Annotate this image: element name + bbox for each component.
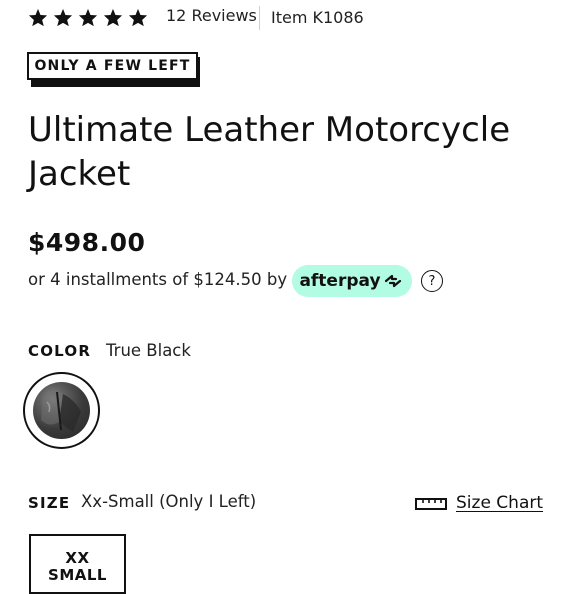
installments-text: or 4 installments of $124.50 by: [28, 270, 288, 289]
star-icon: [78, 8, 98, 27]
item-number: Item K1086: [271, 8, 364, 27]
product-title: Ultimate Leather Motorcycle Jacket: [28, 110, 511, 194]
star-icon: [28, 8, 48, 27]
product-price: $498.00: [28, 228, 146, 257]
question-circle-icon[interactable]: ?: [421, 270, 443, 292]
ruler-icon: [415, 498, 447, 510]
star-icon: [103, 8, 123, 27]
star-icon: [128, 8, 148, 27]
size-label: SIZE: [28, 494, 71, 512]
rating-stars[interactable]: [28, 8, 148, 27]
reviews-link[interactable]: 12 Reviews: [166, 6, 257, 25]
size-option-line2: SMALL: [48, 565, 107, 584]
divider: [259, 6, 260, 30]
star-icon: [53, 8, 73, 27]
size-option-xx-small[interactable]: XX SMALL: [29, 534, 126, 594]
afterpay-logo[interactable]: afterpay: [292, 265, 412, 297]
stock-badge: ONLY A FEW LEFT: [27, 52, 198, 80]
afterpay-label: afterpay: [299, 271, 381, 291]
color-value: True Black: [106, 341, 191, 360]
color-swatch-true-black[interactable]: [33, 382, 90, 439]
afterpay-arrows-icon: [384, 274, 401, 288]
color-label: COLOR: [28, 342, 92, 360]
size-value: Xx-Small (Only I Left): [81, 492, 257, 511]
jacket-texture: [41, 391, 81, 432]
size-chart-link[interactable]: Size Chart: [456, 493, 543, 513]
size-option-line1: XX: [65, 548, 90, 567]
